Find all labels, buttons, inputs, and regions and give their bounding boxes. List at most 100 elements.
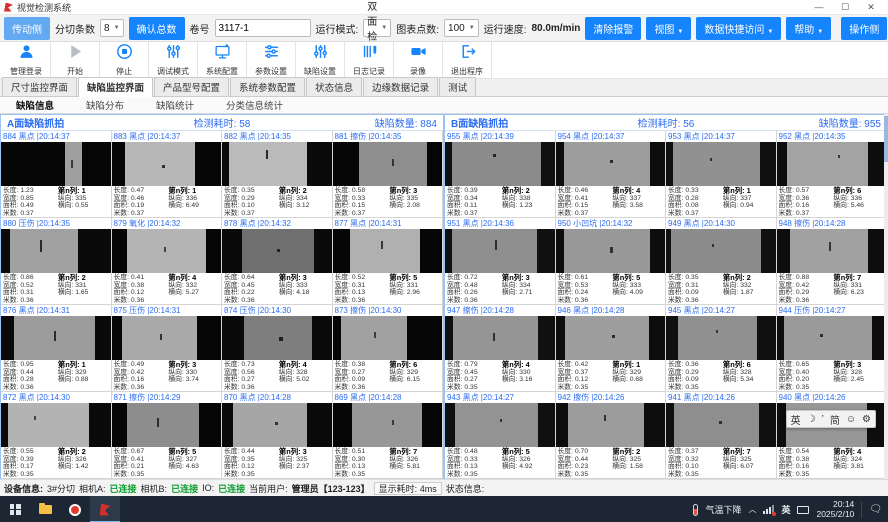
tab-main-4[interactable]: 状态信息	[306, 77, 362, 96]
defect-cell[interactable]: 940 黑点 |20:14:26长度: 0.54宽度: 0.38面积: 0.16…	[777, 392, 888, 479]
tray-expand-caret[interactable]: ︿	[748, 504, 756, 515]
weather-text[interactable]: 气温下降	[705, 503, 741, 516]
action-system-config-button[interactable]: 系统配置	[198, 42, 247, 78]
defect-cell[interactable]: 955 黑点 |20:14:39长度: 0.39宽度: 0.34面积: 0.11…	[445, 131, 556, 218]
touch-keyboard-icon[interactable]	[797, 506, 809, 514]
defect-cell[interactable]: 952 黑点 |20:14:35长度: 0.57宽度: 0.36面积: 0.16…	[777, 131, 888, 218]
ime-simplified-toggle[interactable]: 简	[830, 412, 840, 427]
ime-emoji-icon[interactable]: ☺	[846, 414, 856, 425]
defect-cell[interactable]: 877 黑点 |20:14:31长度: 0.52宽度: 0.31面积: 0.13…	[333, 218, 444, 305]
defect-cell[interactable]: 954 黑点 |20:14:37长度: 0.46宽度: 0.41面积: 0.15…	[556, 131, 667, 218]
tab-main-5[interactable]: 边缘数据记录	[363, 77, 438, 96]
view-menu-button[interactable]: 视图▼	[646, 17, 691, 40]
defect-cell[interactable]: 875 压伤 |20:14:31长度: 0.49宽度: 0.42面积: 0.16…	[112, 305, 223, 392]
operator-side-button[interactable]: 操作侧	[841, 17, 887, 40]
tab-sub-1[interactable]: 缺陷分布	[70, 98, 140, 112]
action-stop-button[interactable]: 停止	[100, 42, 149, 78]
ime-moon-icon[interactable]: ☽	[807, 414, 816, 425]
tab-sub-0[interactable]: 缺陷信息	[0, 98, 70, 112]
action-debug-mode-button[interactable]: 调试模式	[149, 42, 198, 78]
defect-cell[interactable]: 871 擦伤 |20:14:29长度: 0.67宽度: 0.41面积: 0.21…	[112, 392, 223, 479]
tab-main-6[interactable]: 测试	[439, 77, 476, 96]
chart-points-select[interactable]: 100 ▼	[444, 19, 479, 37]
defect-image	[556, 403, 666, 447]
action-exit-program-button[interactable]: 退出程序	[443, 42, 492, 78]
defect-cell[interactable]: 949 黑点 |20:14:30长度: 0.35宽度: 0.31面积: 0.09…	[666, 218, 777, 305]
network-icon[interactable]	[763, 505, 774, 514]
notification-center-button[interactable]: 🗨	[869, 504, 882, 515]
tab-sub-3[interactable]: 分类信息统计	[210, 98, 299, 112]
defect-cell[interactable]: 874 压伤 |20:14:30长度: 0.73宽度: 0.56面积: 0.27…	[222, 305, 333, 392]
defect-hpos: 横向: 2.08	[389, 202, 440, 210]
defect-cell[interactable]: 881 擦伤 |20:14:35长度: 0.58宽度: 0.33面积: 0.15…	[333, 131, 444, 218]
defect-cell[interactable]: 884 黑点 |20:14:37长度: 1.23宽度: 0.85面积: 0.49…	[1, 131, 112, 218]
defect-cell[interactable]: 876 黑点 |20:14:31长度: 0.95宽度: 0.44面积: 0.28…	[1, 305, 112, 392]
defect-cell[interactable]: 943 黑点 |20:14:27长度: 0.48宽度: 0.33面积: 0.13…	[445, 392, 556, 479]
action-log-record-button[interactable]: 日志记录	[345, 42, 394, 78]
action-recording-button[interactable]: 录像	[394, 42, 443, 78]
help-menu-button[interactable]: 帮助▼	[786, 17, 831, 40]
defect-cell[interactable]: 870 黑点 |20:14:28长度: 0.44宽度: 0.35面积: 0.12…	[222, 392, 333, 479]
defect-hpos: 横向: 4.18	[279, 289, 330, 297]
confirm-total-button[interactable]: 确认总数	[129, 17, 185, 40]
data-access-menu-button[interactable]: 数据快捷访问▼	[696, 17, 781, 40]
defect-cell[interactable]: 873 擦伤 |20:14:30长度: 0.38宽度: 0.27面积: 0.09…	[333, 305, 444, 392]
action-admin-login-button[interactable]: 管理登录	[2, 42, 51, 78]
image-band	[233, 403, 307, 447]
taskbar-clock[interactable]: 20:14 2025/2/10	[816, 500, 854, 519]
defect-cell[interactable]: 879 氧化 |20:14:32长度: 0.41宽度: 0.38面积: 0.12…	[112, 218, 223, 305]
ime-punctuation-toggle[interactable]: ’	[822, 414, 824, 425]
defect-cell[interactable]: 880 压伤 |20:14:35长度: 0.86宽度: 0.52面积: 0.31…	[1, 218, 112, 305]
defect-cell[interactable]: 878 黑点 |20:14:32长度: 0.64宽度: 0.45面积: 0.22…	[222, 218, 333, 305]
ime-settings-icon[interactable]: ⚙	[862, 414, 871, 425]
defect-mark	[493, 154, 496, 157]
ime-toolbar[interactable]: 英 ☽ ’ 简 ☺ ⚙	[786, 410, 876, 428]
tab-sub-2[interactable]: 缺陷统计	[140, 98, 210, 112]
defect-cell[interactable]: 951 黑点 |20:14:36长度: 0.72宽度: 0.48面积: 0.26…	[445, 218, 556, 305]
defect-area: 面积: 0.21	[114, 463, 169, 471]
defect-cell[interactable]: 945 黑点 |20:14:27长度: 0.36宽度: 0.29面积: 0.09…	[666, 305, 777, 392]
status-info-label: 状态信息:	[446, 482, 485, 495]
tab-main-1[interactable]: 缺陷监控界面	[78, 77, 153, 97]
defect-cell[interactable]: 948 擦伤 |20:14:28长度: 0.88宽度: 0.42面积: 0.29…	[777, 218, 888, 305]
run-mode-select[interactable]: 双面检测 ▼	[363, 19, 391, 37]
defect-cell[interactable]: 946 黑点 |20:14:28长度: 0.42宽度: 0.37面积: 0.12…	[556, 305, 667, 392]
slit-count-select[interactable]: 8 ▼	[100, 19, 124, 37]
ime-english-toggle[interactable]: 英	[791, 412, 801, 427]
scrollbar-thumb[interactable]	[884, 116, 888, 162]
action-param-settings-button[interactable]: 参数设置	[247, 42, 296, 78]
defect-cell[interactable]: 869 黑点 |20:14:28长度: 0.51宽度: 0.30面积: 0.13…	[333, 392, 444, 479]
roll-number-input[interactable]	[215, 19, 311, 37]
maximize-button[interactable]: ☐	[832, 2, 858, 13]
file-explorer-button[interactable]	[30, 496, 60, 522]
defect-image	[445, 229, 555, 273]
defect-hpos: 横向: 2.71	[502, 289, 553, 297]
defect-cell-header: 946 黑点 |20:14:28	[556, 305, 666, 316]
defect-cell[interactable]: 953 黑点 |20:14:37长度: 0.33宽度: 0.28面积: 0.08…	[666, 131, 777, 218]
defect-cell[interactable]: 883 黑点 |20:14:37长度: 0.47宽度: 0.46面积: 0.19…	[112, 131, 223, 218]
defect-cell[interactable]: 872 黑点 |20:14:30长度: 0.55宽度: 0.39面积: 0.17…	[1, 392, 112, 479]
defect-cell[interactable]: 950 小凹坑 |20:14:32长度: 0.61宽度: 0.53面积: 0.2…	[556, 218, 667, 305]
vertical-scrollbar[interactable]	[884, 114, 888, 479]
start-button[interactable]	[0, 496, 30, 522]
minimize-button[interactable]: —	[806, 2, 832, 12]
defect-cell[interactable]: 941 黑点 |20:14:26长度: 0.37宽度: 0.32面积: 0.10…	[666, 392, 777, 479]
tab-main-0[interactable]: 尺寸监控界面	[2, 77, 77, 96]
tab-main-2[interactable]: 产品型号配置	[154, 77, 229, 96]
app-shortcut-button[interactable]	[60, 496, 90, 522]
inspection-app-button[interactable]	[90, 496, 120, 522]
defect-length: 长度: 0.36	[668, 361, 723, 369]
defect-cell[interactable]: 882 黑点 |20:14:35长度: 0.35宽度: 0.29面积: 0.10…	[222, 131, 333, 218]
tab-main-3[interactable]: 系统参数配置	[230, 77, 305, 96]
drive-side-button[interactable]: 传动侧	[4, 17, 50, 40]
clear-alarm-button[interactable]: 清除报警	[585, 17, 641, 40]
defect-cell[interactable]: 947 擦伤 |20:14:28长度: 0.79宽度: 0.45面积: 0.27…	[445, 305, 556, 392]
close-button[interactable]: ✕	[858, 2, 884, 13]
ime-language-indicator[interactable]: 英	[781, 503, 790, 516]
defect-cell[interactable]: 942 擦伤 |20:14:26长度: 0.70宽度: 0.44面积: 0.23…	[556, 392, 667, 479]
defect-hpos: 横向: 1.58	[612, 463, 663, 471]
action-defect-settings-button[interactable]: 缺陷设置	[296, 42, 345, 78]
defect-cell[interactable]: 944 压伤 |20:14:27长度: 0.65宽度: 0.40面积: 0.20…	[777, 305, 888, 392]
exit-program-icon	[459, 43, 476, 65]
action-start-button[interactable]: 开始	[51, 42, 100, 78]
